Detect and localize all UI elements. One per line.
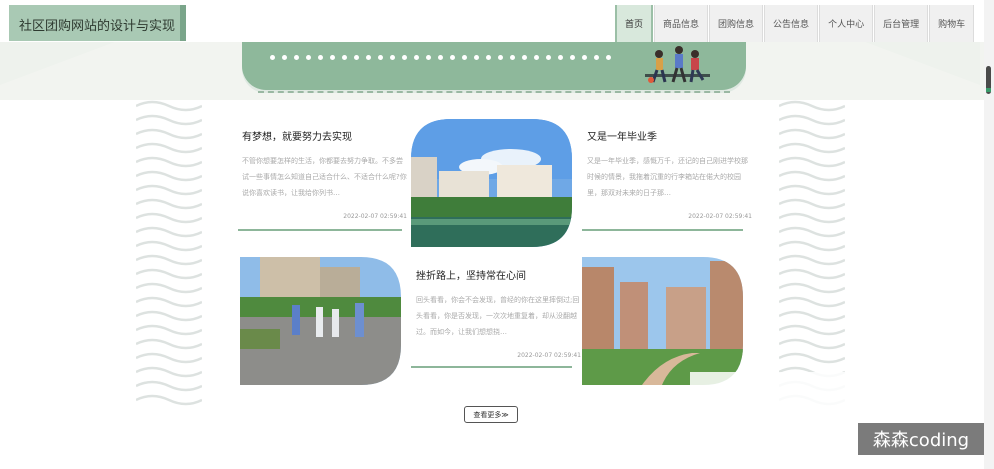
wave-decoration-right — [779, 100, 845, 406]
banner-dashed-edge — [258, 88, 730, 93]
news-date: 2022-02-07 02:59:41 — [517, 352, 581, 359]
nav-item-cart[interactable]: 购物车 — [929, 5, 975, 42]
news-date: 2022-02-07 02:59:41 — [343, 213, 407, 220]
news-desc: 又是一年毕业季，感慨万千，还记的自己刚进学校那时候的情景，我拖着沉重的行李箱站在… — [587, 157, 748, 197]
site-logo[interactable]: 社区团购网站的设计与实现 — [9, 5, 186, 41]
wave-decoration-left — [136, 100, 202, 406]
news-desc: 不管你想要怎样的生活，你都要去努力争取。不多尝试一些事情怎么知道自己适合什么、不… — [242, 157, 407, 197]
news-title[interactable]: 有梦想，就要努力去实现 — [242, 128, 407, 143]
banner-dots — [270, 55, 611, 60]
main-nav: 首页 商品信息 团购信息 公告信息 个人中心 后台管理 购物车 — [615, 5, 975, 42]
nav-item-group-buy[interactable]: 团购信息 — [709, 5, 764, 42]
nav-item-announcements[interactable]: 公告信息 — [764, 5, 819, 42]
news-photo-lake[interactable] — [411, 119, 572, 247]
news-card-3[interactable]: 挫折路上，坚持常在心间 回头看看，你会不会发现，曾经的你在这里摔倒过;回头看看，… — [416, 267, 581, 359]
news-card-2[interactable]: 又是一年毕业季 又是一年毕业季，感慨万千，还记的自己刚进学校那时候的情景，我拖着… — [587, 128, 752, 220]
page: 社区团购网站的设计与实现 首页 商品信息 团购信息 公告信息 个人中心 后台管理… — [0, 0, 994, 469]
watermark: 森森coding — [858, 423, 984, 455]
scrollbar-marker — [986, 88, 991, 92]
nav-item-admin[interactable]: 后台管理 — [874, 5, 929, 42]
news-card-underline — [582, 229, 743, 231]
news-card-underline — [411, 366, 572, 368]
news-title[interactable]: 又是一年毕业季 — [587, 128, 752, 143]
news-desc: 回头看看，你会不会发现，曾经的你在这里摔倒过;回头看看，你是否发现，一次次地重复… — [416, 296, 580, 336]
news-photo-apartments[interactable] — [582, 257, 743, 385]
nav-item-home[interactable]: 首页 — [615, 5, 654, 42]
news-photo-walking[interactable] — [240, 257, 401, 385]
nav-item-user-center[interactable]: 个人中心 — [819, 5, 874, 42]
people-illustration — [645, 46, 710, 83]
header: 社区团购网站的设计与实现 首页 商品信息 团购信息 公告信息 个人中心 后台管理… — [0, 0, 994, 42]
news-title[interactable]: 挫折路上，坚持常在心间 — [416, 267, 581, 282]
news-card-underline — [238, 229, 402, 231]
overlay-fade — [690, 372, 850, 412]
background-decoration-left — [0, 40, 120, 85]
news-card-1[interactable]: 有梦想，就要努力去实现 不管你想要怎样的生活，你都要去努力争取。不多尝试一些事情… — [242, 128, 407, 220]
site-title: 社区团购网站的设计与实现 — [19, 19, 176, 34]
view-more-button[interactable]: 查看更多≫ — [464, 406, 518, 423]
nav-item-products[interactable]: 商品信息 — [654, 5, 709, 42]
news-date: 2022-02-07 02:59:41 — [688, 213, 752, 220]
background-decoration-right — [860, 40, 980, 85]
